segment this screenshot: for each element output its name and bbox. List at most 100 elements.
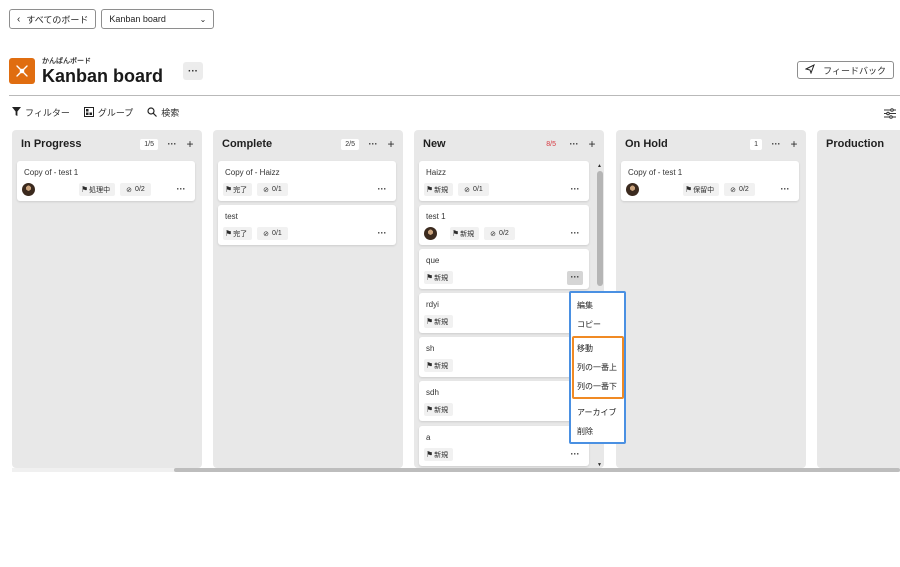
task-count: ⊘ 0/2 bbox=[484, 227, 515, 240]
status-badge: ⚑ 完了 bbox=[223, 227, 253, 240]
menu-item-archive[interactable]: アーカイブ bbox=[577, 407, 617, 418]
status-label: 完了 bbox=[233, 186, 248, 194]
search-button[interactable]: 検索 bbox=[147, 106, 179, 119]
card[interactable]: Haizz ⚑ 新規 ⊘ 0/1 ··· bbox=[419, 161, 589, 201]
flag-icon: ⚑ bbox=[81, 185, 89, 194]
column-count-over-limit: 8/5 bbox=[546, 140, 556, 148]
group-icon bbox=[83, 106, 94, 119]
add-card-button[interactable]: + bbox=[586, 137, 598, 151]
card[interactable]: Copy of - Haizz ⚑ 完了 ⊘ 0/1 ··· bbox=[218, 161, 396, 201]
add-card-button[interactable]: + bbox=[788, 137, 800, 151]
feedback-button[interactable]: フィードバック bbox=[797, 61, 894, 79]
column-count: 1/5 bbox=[140, 138, 158, 150]
card-more-button[interactable]: ··· bbox=[567, 183, 583, 197]
status-badge: ⚑ 新規 bbox=[424, 271, 454, 284]
feedback-label: フィードバック bbox=[823, 65, 886, 76]
menu-item-delete[interactable]: 削除 bbox=[577, 426, 593, 437]
add-card-button[interactable]: + bbox=[184, 137, 196, 151]
column-more-button[interactable]: ··· bbox=[164, 139, 180, 149]
group-button[interactable]: グループ bbox=[83, 106, 133, 119]
scroll-up-icon[interactable]: ▲ bbox=[597, 163, 602, 169]
check-circle-icon: ⊘ bbox=[464, 186, 471, 194]
card[interactable]: a ⚑ 新規 ··· bbox=[419, 426, 589, 466]
flag-icon: ⚑ bbox=[426, 405, 434, 414]
check-circle-icon: ⊘ bbox=[730, 186, 737, 194]
card-title: sdh bbox=[426, 388, 439, 397]
board-select[interactable]: Kanban board ⌄ bbox=[101, 9, 215, 29]
status-label: 完了 bbox=[233, 230, 248, 238]
status-label: 処理中 bbox=[89, 186, 111, 194]
card-more-button[interactable]: ··· bbox=[567, 227, 583, 241]
status-label: 新規 bbox=[434, 274, 449, 282]
filter-label: フィルター bbox=[25, 108, 70, 118]
card-more-button[interactable]: ··· bbox=[567, 448, 583, 462]
column-more-button[interactable]: ··· bbox=[566, 139, 582, 149]
header-divider bbox=[9, 95, 900, 96]
scroll-thumb[interactable] bbox=[597, 171, 603, 286]
status-badge: ⚑ 新規 bbox=[424, 315, 454, 328]
menu-item-edit[interactable]: 編集 bbox=[577, 300, 593, 311]
task-count-label: 0/2 bbox=[499, 230, 509, 237]
card-more-button[interactable]: ··· bbox=[374, 227, 390, 241]
filter-icon bbox=[12, 107, 21, 118]
search-label: 検索 bbox=[161, 108, 180, 118]
menu-item-copy[interactable]: コピー bbox=[577, 319, 601, 330]
board-select-value: Kanban board bbox=[109, 14, 166, 24]
column-title: Production bbox=[826, 138, 885, 150]
horizontal-scroll-thumb[interactable] bbox=[174, 468, 900, 472]
card[interactable]: sh ⚑ 新規 bbox=[419, 337, 589, 377]
card-more-button[interactable]: ··· bbox=[374, 183, 390, 197]
card-title: Copy of - test 1 bbox=[628, 168, 683, 177]
check-circle-icon: ⊘ bbox=[126, 186, 133, 194]
status-badge: ⚑ 新規 bbox=[424, 403, 454, 416]
check-circle-icon: ⊘ bbox=[490, 230, 497, 238]
card[interactable]: rdyi ⚑ 新規 bbox=[419, 293, 589, 333]
column-more-button[interactable]: ··· bbox=[365, 139, 381, 149]
menu-item-move-to-bottom[interactable]: 列の一番下 bbox=[577, 381, 617, 392]
add-card-button[interactable]: + bbox=[385, 137, 397, 151]
board-header: かんばんボード Kanban board ··· bbox=[9, 56, 204, 86]
card-title: test 1 bbox=[426, 212, 446, 221]
top-nav: ‹ すべてのボード Kanban board ⌄ bbox=[9, 9, 215, 29]
check-circle-icon: ⊘ bbox=[263, 230, 270, 238]
flag-icon: ⚑ bbox=[426, 185, 434, 194]
view-settings-icon[interactable] bbox=[884, 106, 896, 124]
card[interactable]: que ⚑ 新規 ··· bbox=[419, 249, 589, 289]
card-title: sh bbox=[426, 344, 435, 353]
task-count-label: 0/2 bbox=[739, 186, 749, 193]
avatar bbox=[626, 183, 639, 196]
card[interactable]: Copy of - test 1 ⚑ 保留中 ⊘ 0/2 ··· bbox=[621, 161, 799, 201]
card-title: a bbox=[426, 433, 431, 442]
status-badge: ⚑ 完了 bbox=[223, 183, 253, 196]
task-count-label: 0/1 bbox=[272, 186, 282, 193]
status-label: 保留中 bbox=[693, 186, 715, 194]
back-to-all-boards-button[interactable]: ‹ すべてのボード bbox=[9, 9, 97, 29]
flag-icon: ⚑ bbox=[426, 450, 434, 459]
toolbar: フィルター グループ 検索 bbox=[12, 106, 179, 119]
menu-item-move-to-top[interactable]: 列の一番上 bbox=[577, 362, 617, 373]
flag-icon: ⚑ bbox=[225, 185, 233, 194]
card-more-button[interactable]: ··· bbox=[777, 183, 793, 197]
kanban-logo-icon bbox=[9, 58, 35, 84]
task-count: ⊘ 0/1 bbox=[257, 227, 288, 240]
card[interactable]: Copy of - test 1 ⚑ 処理中 ⊘ 0/2 ··· bbox=[17, 161, 195, 201]
status-label: 新規 bbox=[434, 451, 449, 459]
task-count: ⊘ 0/1 bbox=[458, 183, 489, 196]
card-more-button[interactable]: ··· bbox=[173, 183, 189, 197]
board-title: Kanban board bbox=[42, 66, 164, 86]
menu-item-move[interactable]: 移動 bbox=[577, 343, 593, 354]
status-label: 新規 bbox=[434, 318, 449, 326]
board-more-button[interactable]: ··· bbox=[183, 62, 204, 80]
card[interactable]: test ⚑ 完了 ⊘ 0/1 ··· bbox=[218, 205, 396, 245]
filter-button[interactable]: フィルター bbox=[12, 106, 70, 119]
card[interactable]: test 1 ⚑ 新規 ⊘ 0/2 ··· bbox=[419, 205, 589, 245]
board-horizontal-scrollbar[interactable] bbox=[12, 468, 900, 472]
check-circle-icon: ⊘ bbox=[263, 186, 270, 194]
status-badge: ⚑ 新規 bbox=[424, 448, 454, 461]
card-more-button-active[interactable]: ··· bbox=[567, 271, 583, 285]
kanban-board: In Progress 1/5 ··· + Copy of - test 1 ⚑… bbox=[12, 130, 900, 468]
column-complete: Complete 2/5 ··· + Copy of - Haizz ⚑ 完了 ⊘… bbox=[213, 130, 403, 468]
task-count-label: 0/2 bbox=[135, 186, 145, 193]
column-more-button[interactable]: ··· bbox=[768, 139, 784, 149]
card[interactable]: sdh ⚑ 新規 bbox=[419, 381, 589, 421]
